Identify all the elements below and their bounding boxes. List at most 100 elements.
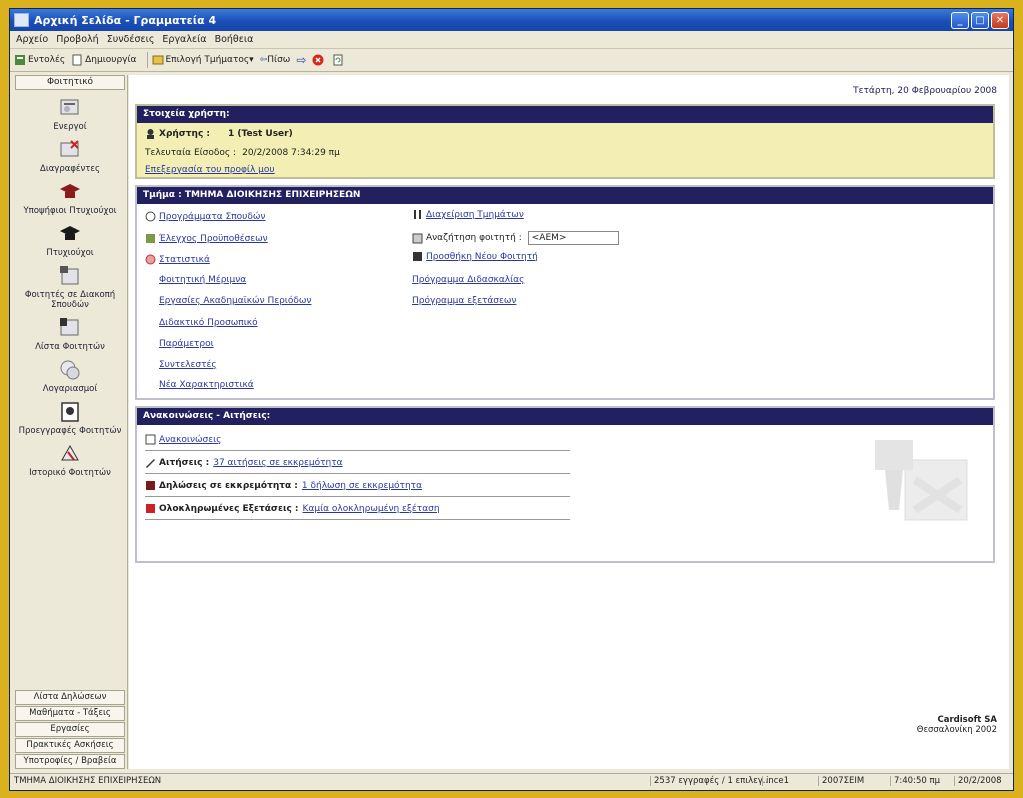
back-label: Πίσω: [267, 55, 291, 65]
sidebar-item-label: Λογαριασμοί: [42, 384, 98, 394]
main-content: Τετάρτη, 20 Φεβρουαρίου 2008 Στοιχεία χρ…: [129, 75, 1009, 769]
toolbar-separator: [146, 52, 148, 68]
maximize-button[interactable]: □: [971, 11, 989, 29]
menu-connections[interactable]: Συνδέσεις: [107, 34, 155, 45]
prerequisites-link[interactable]: Έλεγχος Προϋποθέσεων: [159, 234, 268, 244]
forward-button[interactable]: ⇨: [296, 53, 306, 67]
status-date: 20/2/2008: [954, 776, 1002, 786]
status-department: ΤΜΗΜΑ ΔΙΟΙΚΗΣΗΣ ΕΠΙΧΕΙΡΗΣΕΩΝ: [14, 776, 162, 786]
app-window: Αρχική Σελίδα - Γραμματεία 4 _ □ ✕ Αρχεί…: [9, 8, 1014, 791]
exam-schedule-link[interactable]: Πρόγραμμα εξετάσεων: [412, 296, 516, 306]
user-info-panel: Στοιχεία χρήστη: Χρήστης : 1 (Test User)…: [135, 104, 995, 179]
sidebar-item-preregistration[interactable]: Προεγγραφές Φοιτητών: [13, 400, 127, 436]
status-bar: ΤΜΗΜΑ ΔΙΟΙΚΗΣΗΣ ΕΠΙΧΕΙΡΗΣΕΩΝ 2537 εγγραφ…: [10, 773, 1013, 790]
announcements-link[interactable]: Ανακοινώσεις: [159, 435, 221, 445]
department-icon: [152, 54, 164, 66]
accounts-icon: [58, 358, 82, 382]
sidebar-item-history[interactable]: Ιστορικό Φοιτητών: [13, 442, 127, 478]
completed-exams-icon: [145, 503, 156, 514]
create-label: Δημιουργία: [85, 55, 137, 65]
sidebar-item-accounts[interactable]: Λογαριασμοί: [13, 358, 127, 394]
pending-declarations-label: Δηλώσεις σε εκκρεμότητα :: [159, 480, 298, 491]
edit-profile-link[interactable]: Επεξεργασία του προφίλ μου: [145, 165, 275, 175]
candidate-graduates-icon: [58, 180, 82, 204]
minimize-button[interactable]: _: [951, 11, 969, 29]
user-label: Χρήστης :: [159, 128, 211, 139]
history-icon: [58, 442, 82, 466]
students-icon: [58, 96, 82, 120]
sidebar-item-active[interactable]: Ενεργοί: [13, 96, 127, 132]
sidebar-item-candidate-graduates[interactable]: Υποψήφιοι Πτυχιούχοι: [13, 180, 127, 216]
suspended-studies-icon: [58, 264, 82, 288]
academic-period-tasks-link[interactable]: Εργασίες Ακαδημαϊκών Περιόδων: [159, 296, 311, 306]
sidebar-bottom-assignments[interactable]: Εργασίες: [15, 722, 125, 737]
announcements-icon: [145, 434, 156, 445]
completed-exams-link[interactable]: Καμία ολοκληρωμένη εξέταση: [303, 504, 440, 514]
pending-applications-link[interactable]: 37 αιτήσεις σε εκκρεμότητα: [213, 458, 342, 468]
student-list-icon: [58, 316, 82, 340]
coefficients-link[interactable]: Συντελεστές: [159, 360, 217, 370]
select-department-button[interactable]: Επιλογή Τμήματος ▾: [152, 54, 254, 66]
sidebar-item-graduates[interactable]: Πτυχιούχοι: [13, 222, 127, 258]
student-aem-input[interactable]: <AEM>: [527, 231, 619, 245]
close-button[interactable]: ✕: [991, 11, 1009, 29]
sidebar-item-label: Ιστορικό Φοιτητών: [29, 468, 111, 478]
menu-view[interactable]: Προβολή: [56, 34, 99, 45]
current-date: Τετάρτη, 20 Φεβρουαρίου 2008: [853, 86, 997, 96]
curriculum-link[interactable]: Προγράμματα Σπουδών: [159, 212, 265, 222]
prerequisites-icon: [145, 233, 156, 244]
new-document-icon: [71, 54, 83, 66]
sidebar-bottom-courses[interactable]: Μαθήματα - Τάξεις: [15, 706, 125, 721]
sidebar-item-label: Διαγραφέντες: [40, 164, 100, 174]
status-user: ince1: [762, 776, 789, 786]
menu-help[interactable]: Βοήθεια: [215, 34, 254, 45]
menu-file[interactable]: Αρχείο: [16, 34, 48, 45]
divider: [145, 519, 570, 520]
user-value: 1 (Test User): [228, 128, 293, 139]
stop-button[interactable]: [312, 54, 326, 66]
add-student-link[interactable]: Προσθήκη Νέου Φοιτητή: [426, 252, 538, 262]
manage-departments-link[interactable]: Διαχείριση Τμημάτων: [426, 210, 524, 220]
applications-label: Αιτήσεις :: [159, 457, 210, 468]
search-student-label: Αναζήτηση φοιτητή :: [426, 233, 522, 243]
announcements-panel: Ανακοινώσεις - Αιτήσεις: Ανακοινώσεις Αι…: [135, 406, 995, 563]
student-welfare-link[interactable]: Φοιτητική Μέριμνα: [159, 275, 246, 285]
sidebar-bottom-declarations[interactable]: Λίστα Δηλώσεων: [15, 690, 125, 705]
commands-button[interactable]: Εντολές: [14, 54, 65, 66]
user-panel-title: Στοιχεία χρήστη:: [137, 106, 993, 123]
sidebar-bottom-internships[interactable]: Πρακτικές Ασκήσεις: [15, 738, 125, 753]
sidebar-item-deleted[interactable]: Διαγραφέντες: [13, 138, 127, 174]
new-features-link[interactable]: Νέα Χαρακτηριστικά: [159, 380, 254, 390]
create-button[interactable]: Δημιουργία: [71, 54, 137, 66]
sidebar-bottom-group: Λίστα Δηλώσεων Μαθήματα - Τάξεις Εργασίε…: [15, 689, 125, 769]
divider: [145, 473, 570, 474]
company-city: Θεσσαλονίκη 2002: [916, 725, 997, 735]
divider: [145, 496, 570, 497]
statistics-icon: [145, 254, 156, 265]
sidebar-bottom-scholarships[interactable]: Υποτροφίες / Βραβεία: [15, 754, 125, 769]
sidebar-header[interactable]: Φοιτητικό: [15, 75, 125, 90]
sidebar-item-label: Πτυχιούχοι: [46, 248, 94, 258]
status-period: 2007ΣΕΙΜ: [818, 776, 864, 786]
chevron-down-icon: ▾: [249, 55, 254, 65]
sidebar-item-student-list[interactable]: Λίστα Φοιτητών: [13, 316, 127, 352]
statistics-link[interactable]: Στατιστικά: [159, 255, 210, 265]
company-info: Cardisoft SA Θεσσαλονίκη 2002: [917, 715, 997, 735]
forward-arrow-icon: ⇨: [296, 53, 307, 67]
teaching-staff-link[interactable]: Διδακτικό Προσωπικό: [159, 318, 258, 328]
back-button[interactable]: ⇦ Πίσω: [260, 55, 291, 65]
stop-icon: [312, 54, 324, 66]
pending-declarations-link[interactable]: 1 δήλωση σε εκκρεμότητα: [302, 481, 422, 491]
menu-tools[interactable]: Εργαλεία: [162, 34, 206, 45]
app-icon: [14, 13, 29, 27]
commands-icon: [14, 54, 26, 66]
deleted-students-icon: [58, 138, 82, 162]
parameters-link[interactable]: Παράμετροι: [159, 339, 214, 349]
refresh-button[interactable]: [332, 54, 346, 66]
curriculum-icon: [145, 211, 156, 222]
sidebar-item-suspended[interactable]: Φοιτητές σε Διακοπή Σπουδών: [13, 264, 127, 310]
commands-label: Εντολές: [28, 55, 66, 65]
search-student-icon: [412, 233, 423, 244]
preregistration-icon: [58, 400, 82, 424]
teaching-schedule-link[interactable]: Πρόγραμμα Διδασκαλίας: [412, 275, 524, 285]
